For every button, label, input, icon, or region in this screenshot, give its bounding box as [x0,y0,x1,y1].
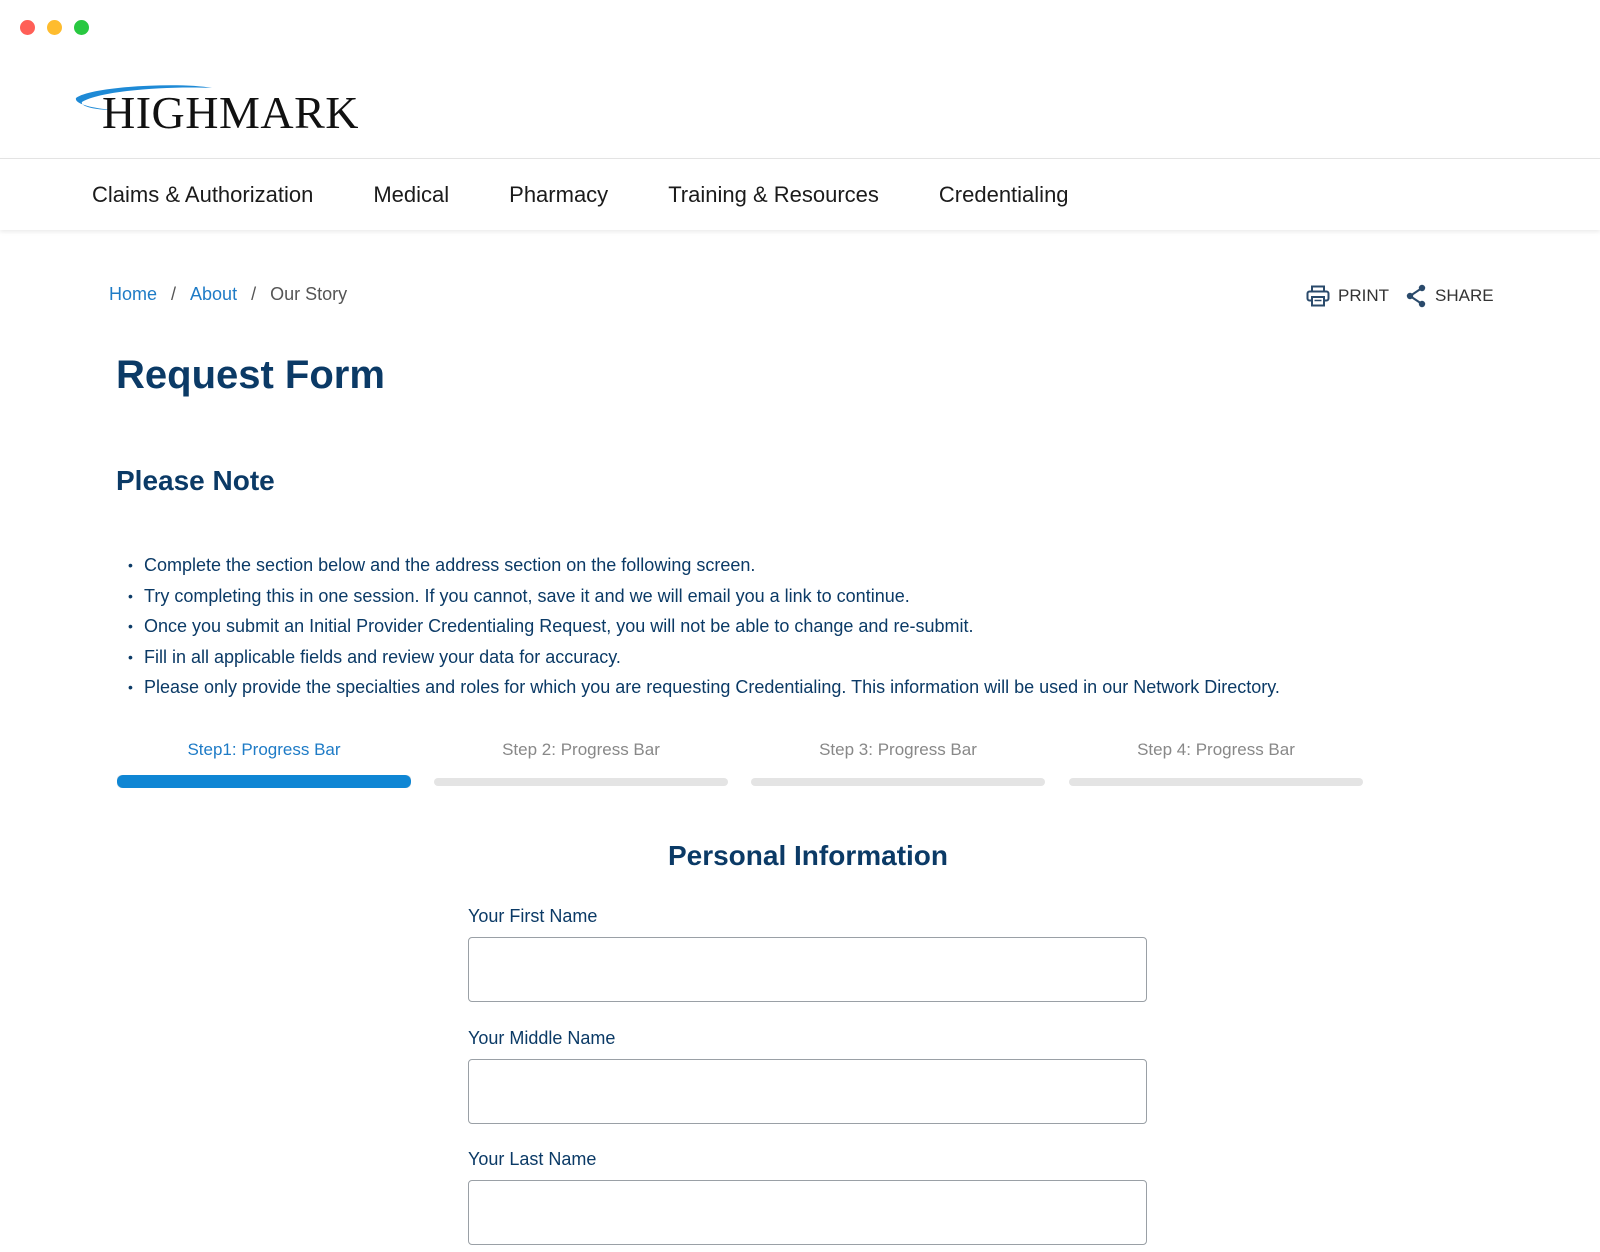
printer-icon [1306,285,1330,307]
breadcrumb-home-link[interactable]: Home [109,284,157,305]
middle-name-label: Your Middle Name [468,1028,616,1048]
highmark-logo[interactable]: HIGHMARK [72,80,372,140]
share-icon [1406,284,1426,308]
note-list-item: Once you submit an Initial Provider Cred… [128,611,1280,642]
nav-item-medical[interactable]: Medical [373,182,449,208]
breadcrumb-about-link[interactable]: About [190,284,237,305]
breadcrumb-separator: / [251,284,257,304]
step-2-label: Step 2: Progress Bar [502,740,660,759]
middle-name-input[interactable] [468,1059,1147,1124]
step-3-progress-bar [751,778,1045,786]
minimize-window-button[interactable] [47,20,62,35]
step-3-label: Step 3: Progress Bar [819,740,977,759]
print-label: PRINT [1338,286,1389,305]
page-title: Request Form [116,353,385,397]
maximize-window-button[interactable] [74,20,89,35]
step-4-progress-bar [1069,778,1363,786]
nav-item-claims-authorization[interactable]: Claims & Authorization [92,182,313,208]
page-actions: PRINT SHARE [1306,284,1494,308]
site-header: HIGHMARK [0,60,1600,158]
middle-name-field: Your Middle Name [468,1028,1147,1124]
step-4-label: Step 4: Progress Bar [1137,740,1295,759]
share-button[interactable]: SHARE [1405,284,1494,308]
logo-wordmark: HIGHMARK [102,87,359,138]
nav-item-pharmacy[interactable]: Pharmacy [509,182,608,208]
step-4[interactable]: Step 4: Progress Bar [1069,740,1363,786]
step-1-progress-bar [117,775,411,788]
first-name-field: Your First Name [468,906,1147,1002]
please-note-heading: Please Note [116,465,275,496]
close-window-button[interactable] [20,20,35,35]
nav-item-credentialing[interactable]: Credentialing [939,182,1069,208]
step-2[interactable]: Step 2: Progress Bar [434,740,728,786]
first-name-label: Your First Name [468,906,598,926]
personal-information-heading: Personal Information [667,840,949,871]
last-name-field: Your Last Name [468,1149,1147,1245]
window-controls [20,20,89,35]
breadcrumb-separator: / [171,284,177,304]
step-3[interactable]: Step 3: Progress Bar [751,740,1045,786]
first-name-input[interactable] [468,937,1147,1002]
step-2-progress-bar [434,778,728,786]
last-name-input[interactable] [468,1180,1147,1245]
note-list-item: Please only provide the specialties and … [128,672,1280,703]
share-label: SHARE [1435,286,1494,305]
print-button[interactable]: PRINT [1306,285,1389,307]
breadcrumb: Home / About / Our Story [109,284,347,305]
note-list: Complete the section below and the addre… [128,550,1280,703]
breadcrumb-current: Our Story [270,284,348,304]
main-nav: Claims & Authorization Medical Pharmacy … [0,158,1600,230]
nav-item-training-resources[interactable]: Training & Resources [668,182,879,208]
step-1[interactable]: Step1: Progress Bar [117,740,411,788]
note-list-item: Complete the section below and the addre… [128,550,1280,581]
last-name-label: Your Last Name [468,1149,597,1169]
step-1-label: Step1: Progress Bar [187,740,341,759]
note-list-item: Try completing this in one session. If y… [128,581,1280,612]
note-list-item: Fill in all applicable fields and review… [128,642,1280,673]
